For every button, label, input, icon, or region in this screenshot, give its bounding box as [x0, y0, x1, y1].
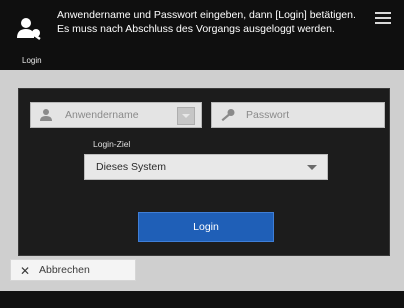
login-target-value: Dieses System [96, 161, 167, 173]
bottom-bar [0, 291, 404, 308]
login-status: Login [10, 10, 54, 68]
instruction-message: Anwendername und Passwort eingeben, dann… [57, 9, 356, 35]
login-label: Login [22, 56, 42, 65]
user-key-icon [17, 18, 41, 41]
dropdown-icon[interactable] [177, 107, 195, 125]
menu-icon[interactable] [375, 12, 391, 24]
close-icon: ✕ [20, 264, 31, 278]
password-field[interactable]: Passwort [211, 102, 385, 128]
chevron-down-icon [307, 165, 317, 170]
cancel-button[interactable]: ✕ Abbrechen [10, 259, 136, 281]
login-target-label: Login-Ziel [93, 139, 131, 149]
login-screen: Login Anwendername und Passwort eingeben… [0, 0, 404, 308]
header: Login Anwendername und Passwort eingeben… [0, 0, 404, 70]
password-placeholder: Passwort [246, 109, 290, 121]
login-target-select[interactable]: Dieses System [84, 154, 328, 180]
login-button[interactable]: Login [138, 212, 274, 242]
key-icon [221, 109, 235, 122]
username-field[interactable]: Anwendername [30, 102, 202, 128]
user-icon [40, 109, 52, 121]
username-placeholder: Anwendername [65, 109, 139, 121]
cancel-label: Abbrechen [39, 264, 90, 276]
